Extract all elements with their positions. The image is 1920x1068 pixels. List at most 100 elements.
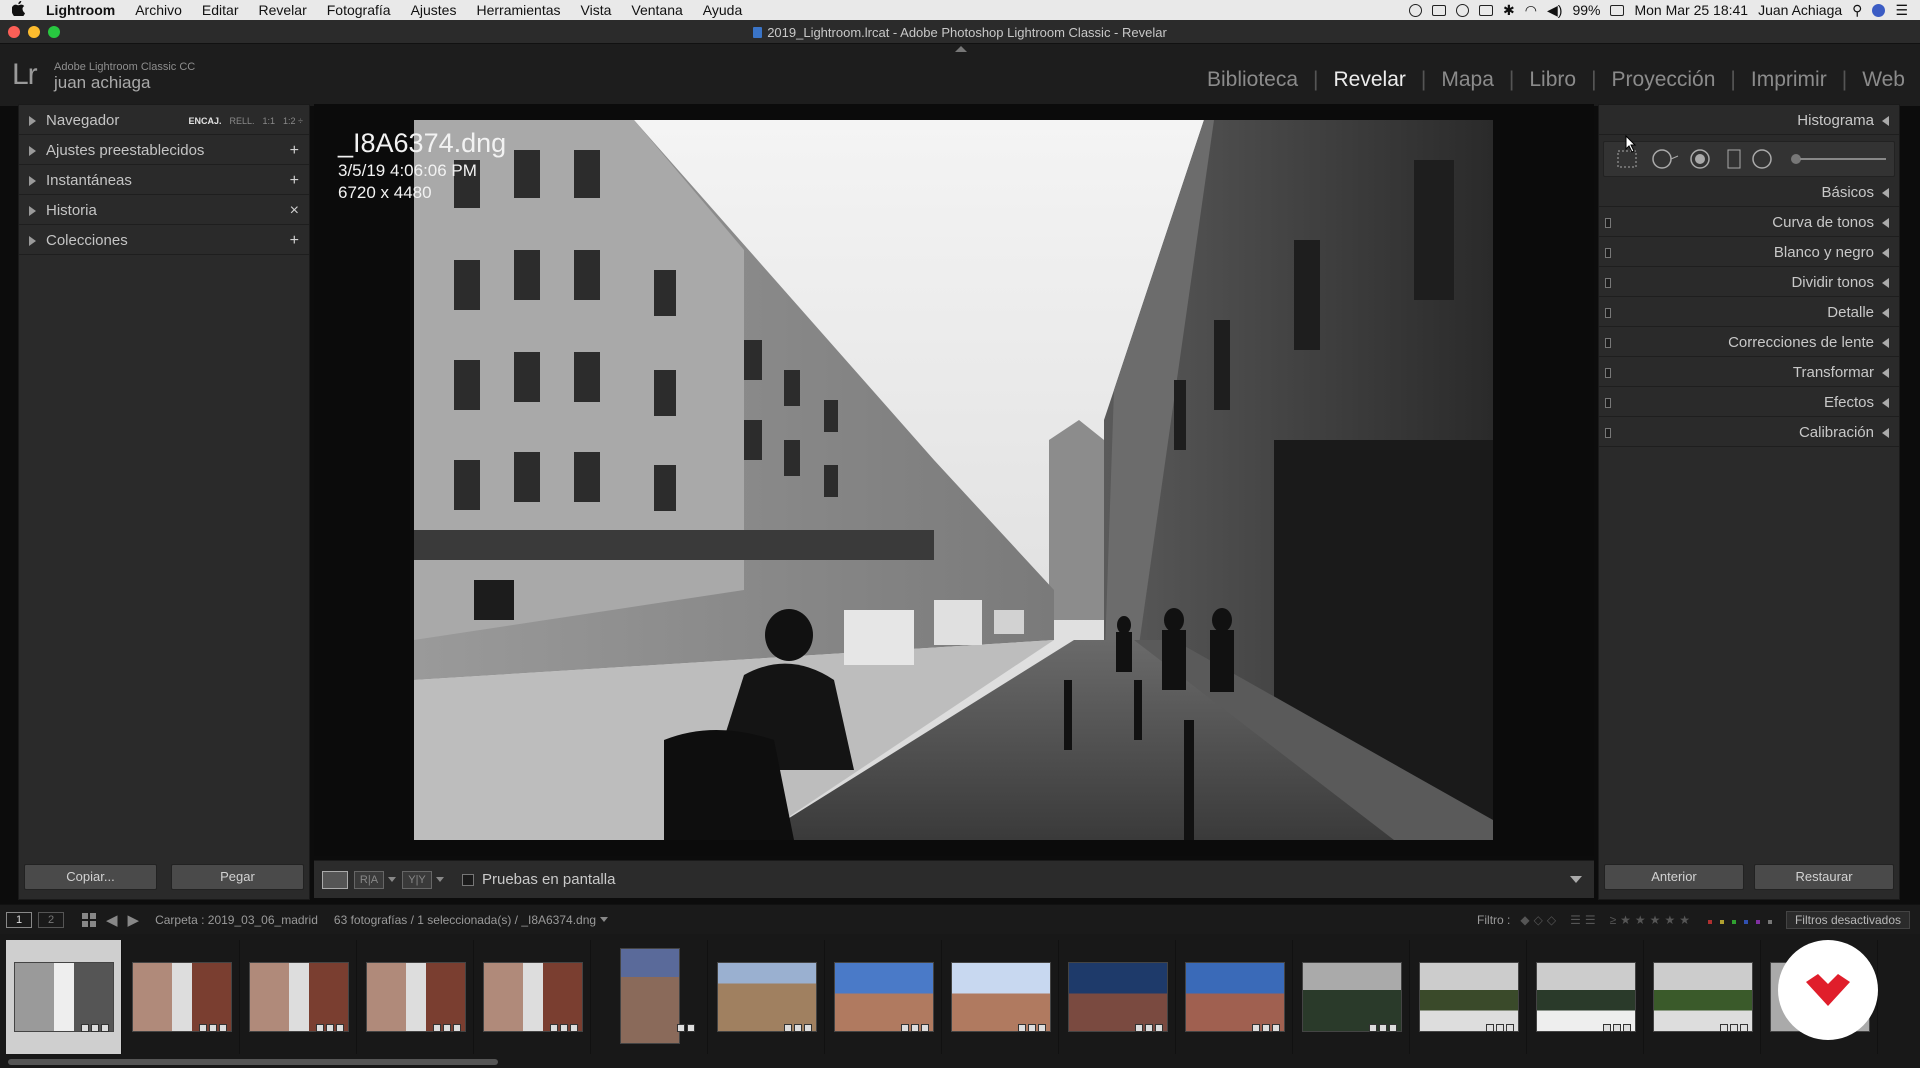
source-dropdown-icon[interactable]: [600, 917, 609, 922]
filmstrip-thumbnail[interactable]: [1645, 940, 1761, 1054]
filmstrip-thumbnail[interactable]: [592, 940, 708, 1054]
module-web[interactable]: Web: [1847, 68, 1920, 92]
histogram-header[interactable]: Histograma: [1599, 107, 1899, 135]
wifi-icon[interactable]: ◠: [1525, 2, 1537, 19]
section-detalle[interactable]: Detalle: [1599, 299, 1899, 327]
user-menu[interactable]: Juan Achiaga: [1758, 2, 1842, 18]
filmstrip-thumbnail[interactable]: [826, 940, 942, 1054]
selection-count[interactable]: 63 fotografías / 1 seleccionada(s) / _I8…: [334, 913, 596, 927]
collapse-triangle-icon[interactable]: [1882, 367, 1889, 378]
collapse-triangle-icon[interactable]: [1882, 217, 1889, 228]
secondary-window-button[interactable]: 2: [38, 911, 64, 928]
paste-settings-button[interactable]: Pegar: [171, 864, 304, 890]
panel-toggle-switch[interactable]: [1605, 428, 1611, 438]
zoom-1-2[interactable]: 1:2 ÷: [283, 116, 303, 126]
main-window-button[interactable]: 1: [6, 911, 32, 928]
zoom-fit[interactable]: ENCAJ.: [189, 116, 222, 126]
module-biblioteca[interactable]: Biblioteca: [1192, 68, 1313, 92]
notification-center-icon[interactable]: ☰: [1895, 2, 1908, 19]
flag-filter-icons[interactable]: ◆◇◇: [1520, 913, 1560, 927]
zoom-1-1[interactable]: 1:1: [263, 116, 276, 126]
collapse-triangle-icon[interactable]: [1882, 337, 1889, 348]
folder-source[interactable]: Carpeta : 2019_03_06_madrid: [155, 913, 318, 927]
loupe-view-button[interactable]: [322, 870, 348, 889]
filmstrip-thumbnail[interactable]: [124, 940, 240, 1054]
expand-triangle-icon[interactable]: [29, 145, 36, 156]
adjustment-brush-slider[interactable]: [1788, 148, 1888, 170]
clock[interactable]: Mon Mar 25 18:41: [1634, 2, 1748, 18]
filmstrip-thumbnail[interactable]: [943, 940, 1059, 1054]
collapse-triangle-icon[interactable]: [1882, 277, 1889, 288]
forward-arrow-icon[interactable]: ▶: [128, 911, 140, 929]
section-calibracion[interactable]: Calibración: [1599, 419, 1899, 447]
before-after-dropdown-icon[interactable]: [388, 877, 396, 882]
battery-icon[interactable]: [1610, 4, 1625, 16]
filmstrip-thumbnail[interactable]: [1177, 940, 1293, 1054]
section-correcciones-de-lente[interactable]: Correcciones de lente: [1599, 329, 1899, 357]
menu-herramientas[interactable]: Herramientas: [466, 2, 570, 18]
panel-toggle-switch[interactable]: [1605, 218, 1611, 228]
expand-triangle-icon[interactable]: [29, 175, 36, 186]
toolbar-options-dropdown-icon[interactable]: [1570, 876, 1582, 883]
section-blanco-y-negro[interactable]: Blanco y negro: [1599, 239, 1899, 267]
add-collection-button[interactable]: +: [290, 232, 299, 250]
filmstrip-thumbnail[interactable]: [475, 940, 591, 1054]
filmstrip-thumbnail[interactable]: [241, 940, 357, 1054]
collapse-triangle-icon[interactable]: [1882, 187, 1889, 198]
radial-filter-tool-icon[interactable]: [1750, 148, 1774, 170]
menu-vista[interactable]: Vista: [571, 2, 622, 18]
siri-icon[interactable]: [1872, 3, 1886, 17]
airplay-icon[interactable]: [1479, 4, 1494, 16]
zoom-fill[interactable]: RELL.: [230, 116, 255, 126]
filmstrip-thumbnail[interactable]: [709, 940, 825, 1054]
collapse-triangle-icon[interactable]: [1882, 397, 1889, 408]
collapse-triangle-icon[interactable]: [1882, 427, 1889, 438]
panel-toggle-switch[interactable]: [1605, 278, 1611, 288]
rating-filter-stars[interactable]: ≥★★★★★: [1610, 913, 1694, 927]
section-transformar[interactable]: Transformar: [1599, 359, 1899, 387]
panel-toggle-switch[interactable]: [1605, 368, 1611, 378]
street-photo-image[interactable]: [414, 120, 1493, 840]
snapshots-header[interactable]: Instantáneas +: [19, 167, 309, 195]
spot-removal-tool-icon[interactable]: [1650, 148, 1676, 170]
menu-ayuda[interactable]: Ayuda: [693, 2, 752, 18]
panel-toggle-switch[interactable]: [1605, 398, 1611, 408]
bluetooth-icon[interactable]: ✱: [1503, 2, 1515, 19]
soft-proofing-checkbox[interactable]: [462, 873, 474, 886]
expand-triangle-icon[interactable]: [29, 205, 36, 216]
menu-ventana[interactable]: Ventana: [621, 2, 692, 18]
back-arrow-icon[interactable]: ◀: [106, 911, 118, 929]
expand-triangle-icon[interactable]: [29, 235, 36, 246]
history-header[interactable]: Historia ×: [19, 197, 309, 225]
copy-settings-button[interactable]: Copiar...: [24, 864, 157, 890]
panel-toggle-switch[interactable]: [1605, 338, 1611, 348]
collapse-top-panel-icon[interactable]: [955, 46, 967, 52]
previous-settings-button[interactable]: Anterior: [1604, 864, 1744, 890]
clear-history-button[interactable]: ×: [290, 202, 299, 220]
section-basicos[interactable]: Básicos: [1599, 179, 1899, 207]
before-after-tb-dropdown-icon[interactable]: [436, 877, 444, 882]
filmstrip-thumbnail[interactable]: [1294, 940, 1410, 1054]
status-filter-icons[interactable]: ☰☰: [1570, 913, 1600, 927]
spotlight-search-icon[interactable]: ⚲: [1852, 2, 1862, 19]
before-after-tb-button[interactable]: Y|Y: [402, 870, 432, 889]
filmstrip-thumbnail[interactable]: [6, 940, 122, 1054]
record-icon[interactable]: [1409, 3, 1423, 17]
navigator-header[interactable]: Navegador ENCAJ. RELL. 1:1 1:2 ÷: [19, 107, 309, 135]
module-libro[interactable]: Libro: [1514, 68, 1591, 92]
module-revelar[interactable]: Revelar: [1319, 68, 1421, 92]
expand-triangle-icon[interactable]: [29, 115, 36, 126]
reset-button[interactable]: Restaurar: [1754, 864, 1894, 890]
filmstrip-thumbnail[interactable]: [1528, 940, 1644, 1054]
section-efectos[interactable]: Efectos: [1599, 389, 1899, 417]
apple-menu-icon[interactable]: [0, 0, 36, 20]
red-eye-tool-icon[interactable]: [1688, 148, 1712, 170]
volume-icon[interactable]: ◀): [1547, 2, 1562, 19]
graduated-filter-tool-icon[interactable]: [1724, 148, 1744, 170]
collapse-triangle-icon[interactable]: [1882, 307, 1889, 318]
module-proyeccion[interactable]: Proyección: [1597, 68, 1731, 92]
presets-header[interactable]: Ajustes preestablecidos +: [19, 137, 309, 165]
collections-header[interactable]: Colecciones +: [19, 227, 309, 255]
filmstrip-thumbnail[interactable]: [1060, 940, 1176, 1054]
add-snapshot-button[interactable]: +: [290, 172, 299, 190]
